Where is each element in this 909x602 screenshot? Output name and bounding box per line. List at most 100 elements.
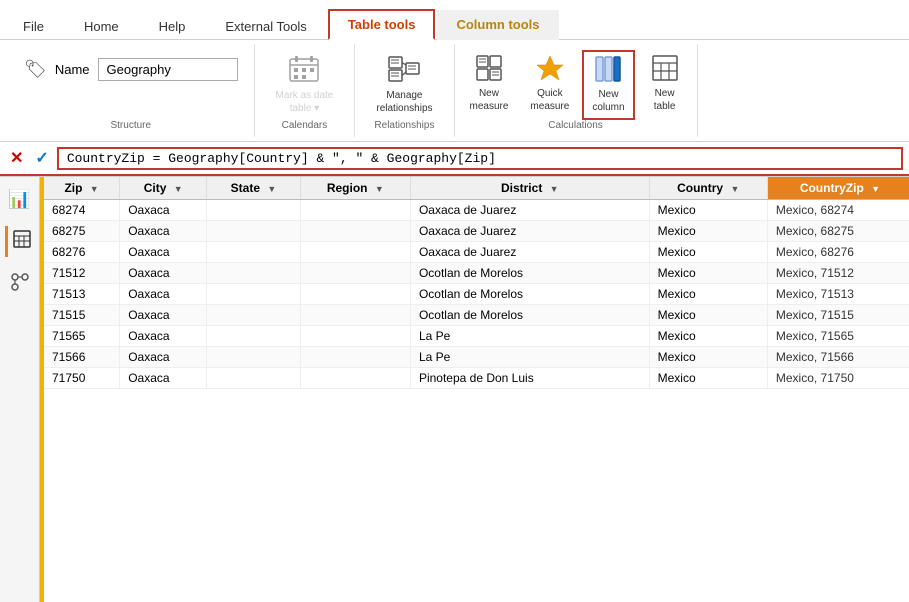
zip-filter-icon[interactable]: ▼ — [90, 184, 99, 194]
tab-column-tools[interactable]: Column tools — [437, 10, 558, 40]
table-cell — [300, 305, 410, 326]
table-cell: Mexico, 71566 — [767, 347, 909, 368]
countryzip-filter-icon[interactable]: ▼ — [871, 184, 880, 194]
calendars-group: Mark as datetable ▾ Calendars — [255, 44, 356, 137]
table-cell: Oaxaca — [120, 200, 207, 221]
table-cell — [300, 263, 410, 284]
manage-relationships-button[interactable]: Managerelationships — [367, 50, 441, 120]
structure-label: Structure — [24, 120, 238, 131]
table-cell: Mexico — [649, 326, 767, 347]
table-body: 68274OaxacaOaxaca de JuarezMexicoMexico,… — [44, 200, 909, 389]
table-cell: Ocotlan de Morelos — [410, 263, 649, 284]
table-cell: Oaxaca — [120, 347, 207, 368]
quick-measure-button[interactable]: Quickmeasure — [521, 50, 578, 118]
table-row: 68274Oaxaca Oaxaca de JuarezMexicoMexico,… — [44, 200, 909, 221]
table-row: 68275OaxacaOaxaca de JuarezMexicoMexico,… — [44, 221, 909, 242]
col-district[interactable]: District ▼ — [410, 177, 649, 200]
table-cell — [300, 221, 410, 242]
col-countryzip[interactable]: CountryZip ▼ — [767, 177, 909, 200]
name-group: 🏷 Name Structure — [8, 44, 255, 137]
tab-table-tools[interactable]: Table tools — [328, 9, 436, 40]
table-cell — [207, 368, 300, 389]
table-cell: Oaxaca — [120, 263, 207, 284]
table-cell — [207, 347, 300, 368]
table-cell: 71512 — [44, 263, 120, 284]
table-cell: Mexico — [649, 242, 767, 263]
main-area: 📊 Zip ▼ City ▼ State ▼ Region ▼ District… — [0, 177, 909, 602]
ribbon-content: 🏷 Name Structure — [0, 40, 909, 142]
new-measure-button[interactable]: Newmeasure — [461, 50, 518, 118]
table-cell: Oaxaca de Juarez — [410, 200, 649, 221]
table-cell: Ocotlan de Morelos — [410, 305, 649, 326]
table-cell: Mexico, 68276 — [767, 242, 909, 263]
yellow-bar — [40, 177, 44, 602]
formula-bar: ✕ ✓ — [0, 142, 909, 176]
chart-icon[interactable]: 📊 — [4, 185, 34, 214]
city-filter-icon[interactable]: ▼ — [174, 184, 183, 194]
table-cell: Mexico, 68274 — [767, 200, 909, 221]
table-cell — [207, 200, 300, 221]
country-filter-icon[interactable]: ▼ — [730, 184, 739, 194]
col-country[interactable]: Country ▼ — [649, 177, 767, 200]
table-row: 71515OaxacaOcotlan de MorelosMexicoMexic… — [44, 305, 909, 326]
table-cell: 71513 — [44, 284, 120, 305]
left-sidebar: 📊 — [0, 177, 40, 602]
table-cell: 71566 — [44, 347, 120, 368]
quick-measure-icon — [537, 55, 563, 85]
table-cell: 68276 — [44, 242, 120, 263]
state-filter-icon[interactable]: ▼ — [267, 184, 276, 194]
table-cell: Mexico — [649, 221, 767, 242]
tag-icon: 🏷 — [24, 59, 47, 80]
table-cell — [300, 242, 410, 263]
col-zip[interactable]: Zip ▼ — [44, 177, 120, 200]
new-column-button[interactable]: Newcolumn — [582, 50, 634, 120]
table-cell: Mexico — [649, 368, 767, 389]
table-cell: Mexico — [649, 200, 767, 221]
confirm-button[interactable]: ✓ — [31, 148, 52, 168]
new-column-icon — [595, 56, 621, 86]
formula-input[interactable] — [57, 147, 903, 170]
table-cell — [207, 284, 300, 305]
col-region[interactable]: Region ▼ — [300, 177, 410, 200]
tab-help[interactable]: Help — [140, 12, 205, 40]
region-filter-icon[interactable]: ▼ — [375, 184, 384, 194]
data-table-area: Zip ▼ City ▼ State ▼ Region ▼ District ▼… — [40, 177, 909, 602]
new-table-button[interactable]: Newtable — [639, 50, 691, 118]
district-filter-icon[interactable]: ▼ — [550, 184, 559, 194]
table-cell — [207, 263, 300, 284]
tab-external-tools[interactable]: External Tools — [206, 12, 325, 40]
cancel-button[interactable]: ✕ — [6, 148, 27, 168]
tab-file[interactable]: File — [4, 12, 63, 40]
table-icon[interactable] — [5, 226, 35, 257]
table-row: 71565OaxacaLa PeMexicoMexico, 71565 — [44, 326, 909, 347]
col-city[interactable]: City ▼ — [120, 177, 207, 200]
table-cell: La Pe — [410, 326, 649, 347]
model-icon[interactable] — [7, 269, 33, 300]
table-cell: Oaxaca — [120, 242, 207, 263]
quick-measure-label: Quickmeasure — [530, 87, 569, 113]
table-cell: 68274 — [44, 200, 120, 221]
table-cell — [207, 221, 300, 242]
table-cell — [300, 347, 410, 368]
name-input[interactable] — [98, 58, 238, 81]
table-cell — [300, 284, 410, 305]
table-row: 71513OaxacaOcotlan de MorelosMexicoMexic… — [44, 284, 909, 305]
mark-date-button[interactable]: Mark as datetable ▾ — [267, 50, 343, 120]
table-cell: Oaxaca — [120, 368, 207, 389]
manage-rel-label: Managerelationships — [376, 89, 432, 115]
table-cell: 68275 — [44, 221, 120, 242]
table-cell — [300, 326, 410, 347]
table-cell: Oaxaca — [120, 326, 207, 347]
calendars-label: Calendars — [282, 120, 328, 131]
data-table: Zip ▼ City ▼ State ▼ Region ▼ District ▼… — [44, 177, 909, 389]
table-cell: La Pe — [410, 347, 649, 368]
tab-home[interactable]: Home — [65, 12, 138, 40]
table-cell: Mexico — [649, 347, 767, 368]
table-cell: Ocotlan de Morelos — [410, 284, 649, 305]
new-measure-label: Newmeasure — [470, 87, 509, 113]
table-cell: Mexico, 71515 — [767, 305, 909, 326]
col-state[interactable]: State ▼ — [207, 177, 300, 200]
table-cell: 71515 — [44, 305, 120, 326]
table-cell — [207, 242, 300, 263]
table-cell: Mexico, 71565 — [767, 326, 909, 347]
